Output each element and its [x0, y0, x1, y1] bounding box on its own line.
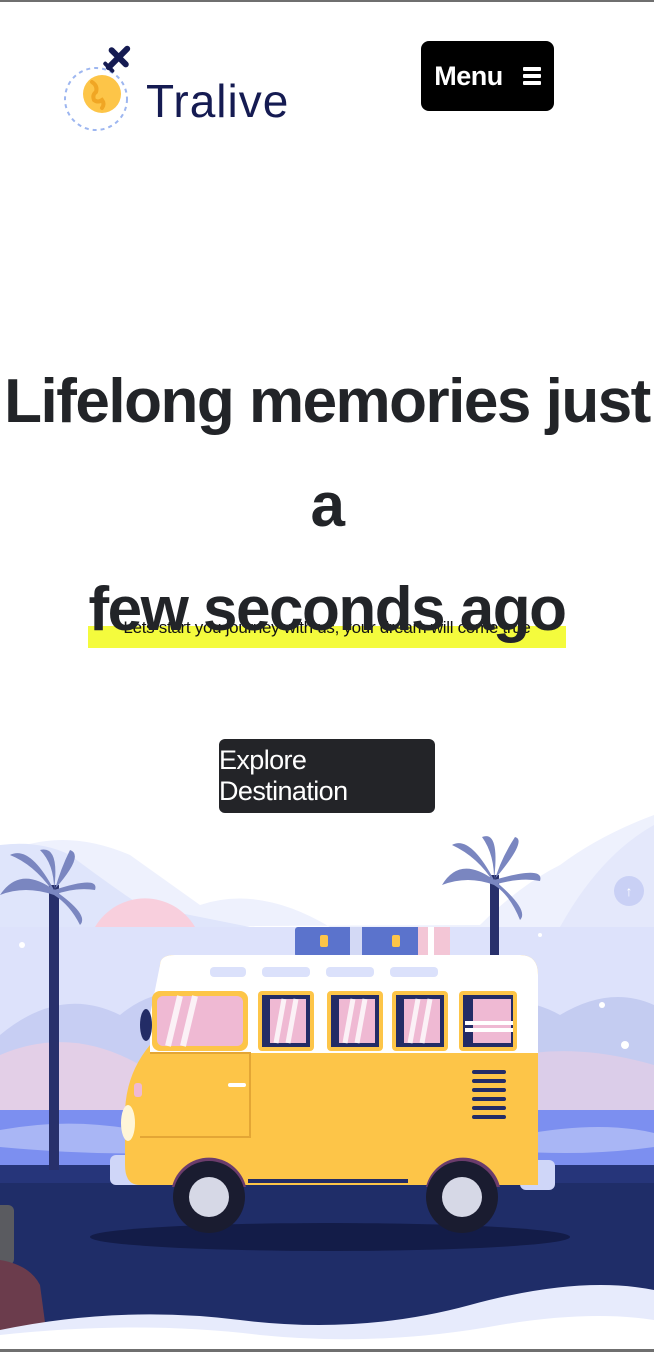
headline-line-2: few seconds ago [88, 558, 567, 662]
hero-headline: Lifelong memories just a few seconds ago [0, 350, 654, 662]
brand-logo[interactable]: Tralive [62, 38, 292, 156]
globe-airplane-logo-icon [64, 45, 131, 131]
headline-line-2-text: few seconds ago [88, 575, 567, 644]
hamburger-icon [522, 67, 541, 85]
scroll-to-top-button[interactable]: ↑ [614, 876, 644, 906]
brand-name: Tralive [146, 75, 290, 127]
top-border [0, 0, 654, 2]
menu-label: Menu [434, 60, 503, 91]
arrow-up-icon: ↑ [625, 883, 633, 899]
headline-line-1: Lifelong memories just a [4, 367, 651, 540]
explore-destination-button[interactable]: Explore Destination [219, 739, 435, 813]
yellow-van-beach-illustration [0, 815, 654, 1349]
menu-button[interactable]: Menu [421, 41, 554, 111]
